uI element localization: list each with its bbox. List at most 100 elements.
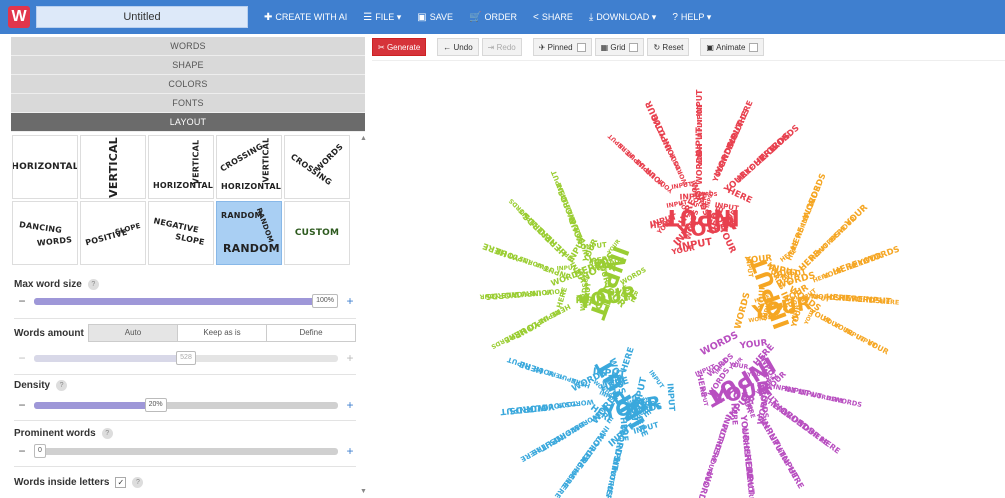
undo-button[interactable]: ← Undo — [437, 38, 479, 56]
menu-help[interactable]: ? HELP ▾ — [672, 12, 711, 23]
mode-auto[interactable]: Auto — [89, 325, 178, 341]
button-label: Undo — [453, 42, 473, 52]
plus-icon[interactable]: + — [344, 444, 356, 458]
undo-icon: ← — [443, 42, 454, 52]
cloud-word: WORDS — [733, 291, 752, 330]
accordion-fonts[interactable]: FONTS — [11, 94, 365, 113]
slider-thumb[interactable]: 20% — [144, 397, 167, 412]
slider-track[interactable]: 528 — [34, 350, 338, 365]
document-title-input[interactable] — [36, 6, 248, 28]
layout-text: HORIZONTAL — [221, 182, 282, 191]
redo-icon: ⇥ — [487, 42, 497, 52]
mode-keep-as-is[interactable]: Keep as is — [178, 325, 267, 341]
menu-share[interactable]: < SHARE — [533, 12, 573, 23]
plus-icon[interactable]: + — [344, 294, 356, 308]
accordion-shape[interactable]: SHAPE — [11, 56, 365, 75]
menu-download[interactable]: ⤓ DOWNLOAD ▾ — [589, 12, 656, 23]
layout-text: DANCING — [18, 220, 63, 235]
magic-wand-icon: ✂ — [378, 42, 387, 52]
words-inside-letters-row: Words inside letters ✓ ? — [14, 477, 144, 488]
plus-icon[interactable]: + — [344, 398, 356, 412]
accordion-words[interactable]: WORDS — [11, 37, 365, 56]
layout-text: VERTICAL — [261, 137, 271, 183]
divider — [14, 466, 356, 467]
menu-label: SHARE — [541, 12, 573, 22]
divider — [14, 420, 356, 421]
words-inside-letters-checkbox[interactable]: ✓ — [115, 477, 127, 488]
canvas-toolbar: ✂ Generate ← Undo ⇥ Redo ✈ Pinned ▦ Grid… — [372, 37, 767, 57]
layout-text: VERTICAL — [191, 139, 201, 185]
pinned-checkbox[interactable] — [576, 42, 586, 52]
layout-horizontal-vertical[interactable]: HORIZONTAL VERTICAL — [148, 135, 214, 199]
layout-custom[interactable]: CUSTOM — [284, 201, 350, 265]
scroll-up-icon[interactable]: ▲ — [360, 135, 367, 142]
generate-button[interactable]: ✂ Generate — [372, 38, 427, 56]
slider-track[interactable]: 100% — [34, 293, 338, 308]
pinned-toggle[interactable]: ✈ Pinned — [532, 38, 592, 56]
cloud-word: WORDS — [767, 123, 801, 155]
layout-vertical[interactable]: VERTICAL — [80, 135, 146, 199]
slider-thumb[interactable]: 100% — [312, 293, 338, 308]
slider-track[interactable]: 0 — [34, 443, 338, 458]
menu-file[interactable]: ☰ FILE ▾ — [363, 12, 401, 23]
animate-checkbox[interactable] — [749, 42, 759, 52]
animate-toggle[interactable]: ▣ Animate — [700, 38, 765, 56]
grid-checkbox[interactable] — [629, 42, 639, 52]
scroll-down-icon[interactable]: ▼ — [360, 488, 367, 495]
layout-text: CROSSING — [218, 141, 265, 174]
cloud-word: HERE — [481, 240, 509, 258]
accordion-layout[interactable]: LAYOUT — [11, 113, 365, 132]
app-logo[interactable]: W — [8, 6, 30, 28]
pin-icon: ✈ — [538, 42, 548, 52]
label-text: Prominent words — [14, 428, 96, 439]
layout-positive-slope[interactable]: POSITIVE SLOPE — [80, 201, 146, 265]
button-label: Generate — [386, 42, 421, 52]
slider-thumb[interactable]: 0 — [34, 443, 46, 458]
reset-button[interactable]: ↻ Reset — [647, 38, 690, 56]
layout-horizontal[interactable]: HORIZONTAL — [12, 135, 78, 199]
film-icon: ▣ — [706, 42, 717, 52]
menu-label: ORDER — [484, 12, 517, 22]
density-slider[interactable]: − 20% + — [16, 397, 356, 412]
layout-negative-slope[interactable]: NEGATIVE SLOPE — [148, 201, 214, 265]
mode-define[interactable]: Define — [267, 325, 355, 341]
grid-toggle[interactable]: ▦ Grid — [594, 38, 645, 56]
layout-text: HORIZONTAL — [153, 181, 214, 190]
cloud-word: HERE — [695, 373, 709, 398]
button-label: Redo — [496, 42, 516, 52]
redo-button[interactable]: ⇥ Redo — [481, 38, 522, 56]
word-cloud-canvas[interactable]: INPUT YOUR INPUT HERE WORDS INPUT HERE INPUT INP… — [372, 60, 1005, 498]
slider-thumb[interactable]: 528 — [176, 350, 196, 365]
menu-order[interactable]: 🛒 ORDER — [469, 12, 517, 23]
layout-random[interactable]: RANDOM RANDOM RANDOM — [216, 201, 282, 265]
layout-crossing-words[interactable]: CROSSING WORDS — [284, 135, 350, 199]
layout-crossing-vertical-horizontal[interactable]: CROSSING VERTICAL HORIZONTAL — [216, 135, 282, 199]
minus-icon[interactable]: − — [16, 351, 28, 365]
panel-scrollbar[interactable]: ▲ ▼ — [360, 135, 367, 495]
max-word-size-slider[interactable]: − 100% + — [16, 293, 356, 308]
menu-save[interactable]: ▣ SAVE — [417, 12, 453, 23]
cloud-word: WORDS — [864, 244, 901, 266]
download-icon: ⤓ — [588, 11, 594, 23]
minus-icon[interactable]: − — [16, 294, 28, 308]
help-icon[interactable]: ? — [101, 428, 113, 439]
slider-track[interactable]: 20% — [34, 397, 338, 412]
layout-dancing-words[interactable]: DANCING WORDS — [12, 201, 78, 265]
prominent-words-slider[interactable]: − 0 + — [16, 443, 356, 458]
help-icon[interactable]: ? — [56, 380, 68, 391]
menu-create-with-ai[interactable]: ✚ CREATE WITH AI — [264, 12, 347, 23]
help-icon[interactable]: ? — [87, 279, 99, 290]
words-amount-slider[interactable]: − 528 + — [16, 350, 356, 365]
accordion-colors[interactable]: COLORS — [11, 75, 365, 94]
cloud-word: YOUR — [756, 284, 766, 310]
plus-icon: ✚ — [264, 11, 273, 23]
help-icon[interactable]: ? — [132, 477, 144, 488]
cloud-word: INPUT — [665, 383, 677, 412]
word-cloud-image: INPUTYOURINPUTHEREWORDSINPUTHEREINPUTINP… — [479, 89, 901, 498]
label-text: Words inside letters — [14, 477, 110, 488]
minus-icon[interactable]: − — [16, 444, 28, 458]
top-bar: W ✚ CREATE WITH AI ☰ FILE ▾ ▣ SAVE 🛒 ORD… — [0, 0, 1005, 34]
minus-icon[interactable]: − — [16, 398, 28, 412]
plus-icon[interactable]: + — [344, 351, 356, 365]
cloud-word: HERE — [619, 345, 636, 372]
